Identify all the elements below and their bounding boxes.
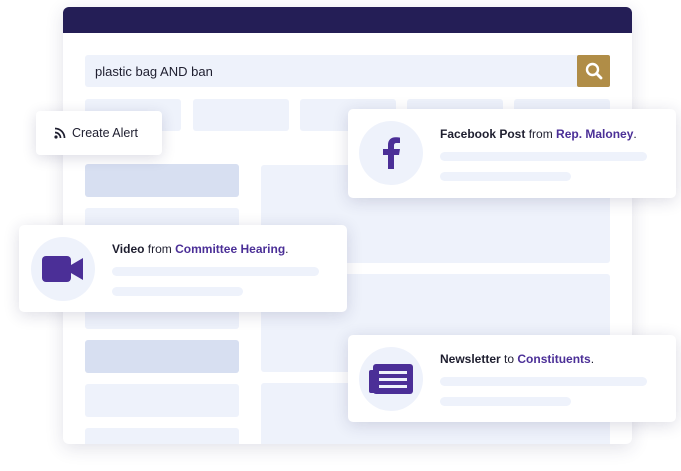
create-alert-button[interactable]: Create Alert (36, 111, 162, 155)
sidebar-item-placeholder[interactable] (85, 428, 239, 444)
newsletter-title: Newsletter to Constituents. (440, 352, 595, 366)
facebook-icon-badge (359, 121, 423, 185)
facebook-post-title: Facebook Post from Rep. Maloney. (440, 127, 637, 141)
video-card[interactable]: Video from Committee Hearing. (19, 225, 347, 312)
search-input[interactable] (85, 55, 575, 87)
filter-tab-placeholder[interactable] (193, 99, 289, 131)
search-icon (585, 62, 602, 80)
facebook-post-card[interactable]: Facebook Post from Rep. Maloney. (348, 109, 676, 198)
sidebar-item-placeholder[interactable] (85, 384, 239, 417)
card-source-link[interactable]: Constituents (517, 352, 590, 366)
video-title: Video from Committee Hearing. (112, 242, 289, 256)
text-placeholder-line (112, 287, 243, 296)
text-placeholder-line (440, 377, 647, 386)
search-bar (85, 55, 610, 87)
sidebar-item-placeholder[interactable] (85, 164, 239, 197)
text-placeholder-line (440, 397, 571, 406)
newsletter-card[interactable]: Newsletter to Constituents. (348, 335, 676, 422)
text-placeholder-line (440, 172, 571, 181)
video-icon-badge (31, 237, 95, 301)
card-type: Video (112, 242, 145, 256)
create-alert-label: Create Alert (72, 126, 139, 140)
window-titlebar (63, 7, 632, 33)
facebook-icon (383, 137, 400, 169)
video-camera-icon (42, 256, 83, 282)
card-source-link[interactable]: Committee Hearing (175, 242, 285, 256)
rss-icon (54, 127, 66, 139)
card-type: Newsletter (440, 352, 501, 366)
card-type: Facebook Post (440, 127, 526, 141)
newsletter-icon (369, 364, 413, 394)
newsletter-icon-badge (359, 347, 423, 411)
search-button[interactable] (577, 55, 610, 87)
card-source-link[interactable]: Rep. Maloney (556, 127, 633, 141)
sidebar-item-placeholder[interactable] (85, 340, 239, 373)
text-placeholder-line (112, 267, 319, 276)
text-placeholder-line (440, 152, 647, 161)
